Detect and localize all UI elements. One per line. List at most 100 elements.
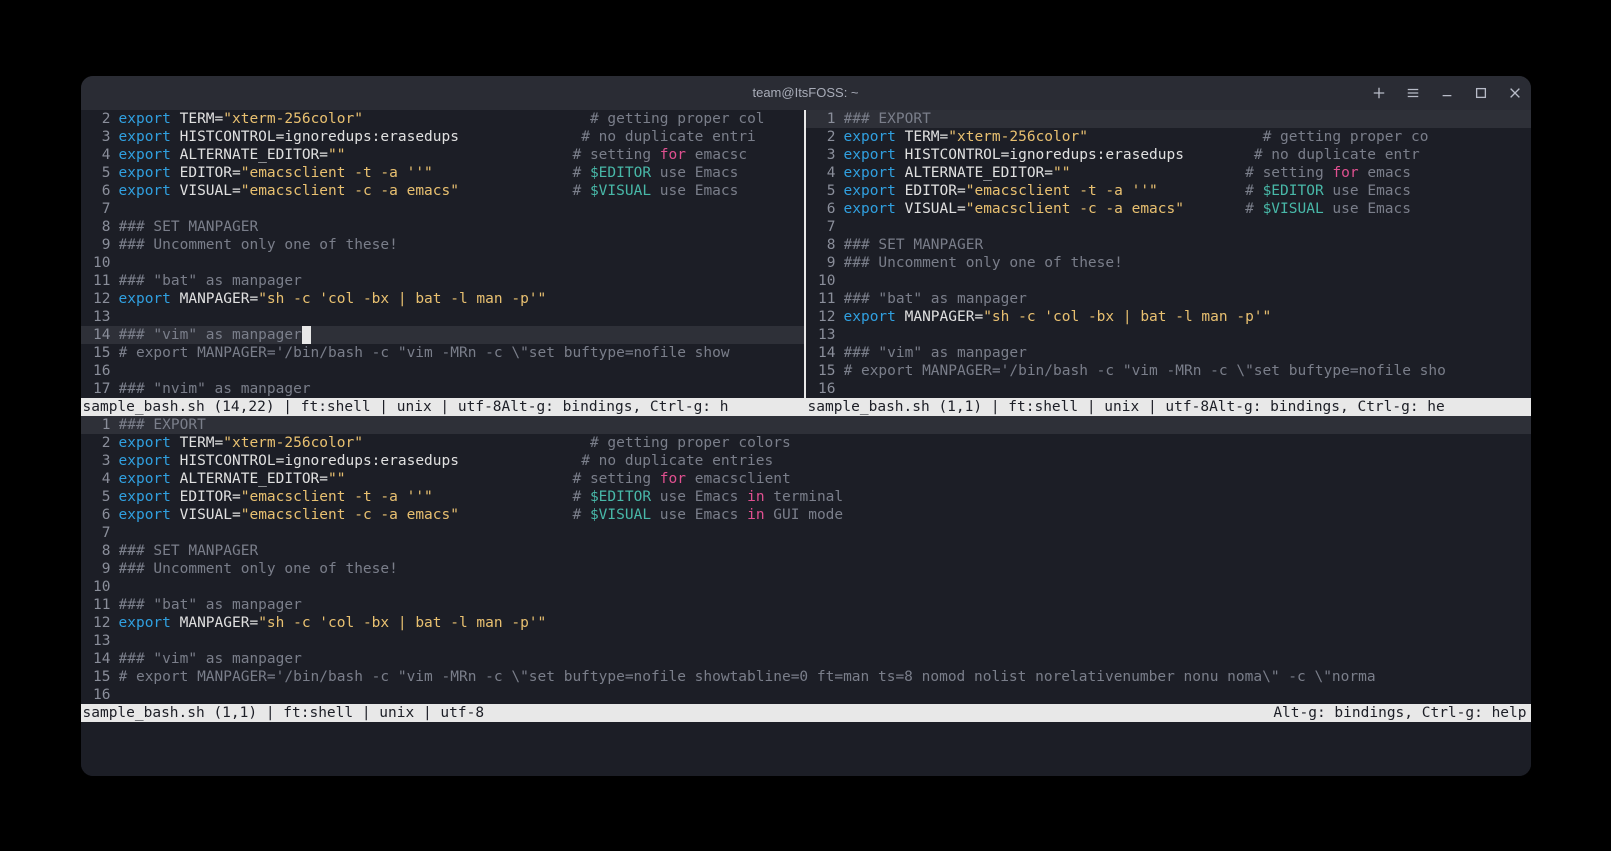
code-line[interactable]: 5export EDITOR="emacsclient -t -a ''" # … <box>81 164 804 182</box>
code-line[interactable]: 16 <box>81 686 1531 704</box>
maximize-button[interactable] <box>1473 85 1489 101</box>
code-line[interactable]: 7 <box>81 524 1531 542</box>
line-content[interactable]: ### Uncomment only one of these! <box>119 560 1531 578</box>
code-line[interactable]: 10 <box>81 578 1531 596</box>
line-content[interactable]: export ALTERNATE_EDITOR="" # setting for… <box>119 470 1531 488</box>
code-line[interactable]: 13 <box>806 326 1531 344</box>
line-content[interactable]: export VISUAL="emacsclient -c -a emacs" … <box>119 182 804 200</box>
line-content[interactable]: export EDITOR="emacsclient -t -a ''" # $… <box>119 488 1531 506</box>
line-content[interactable]: ### "bat" as manpager <box>119 272 804 290</box>
line-content[interactable] <box>844 272 1531 290</box>
minimize-button[interactable] <box>1439 85 1455 101</box>
line-content[interactable]: ### "nvim" as manpager <box>119 380 804 398</box>
line-content[interactable]: # export MANPAGER='/bin/bash -c "vim -MR… <box>119 668 1531 686</box>
code-line[interactable]: 11### "bat" as manpager <box>81 272 804 290</box>
line-content[interactable] <box>119 308 804 326</box>
code-line[interactable]: 7 <box>81 200 804 218</box>
code-line[interactable]: 8### SET MANPAGER <box>81 218 804 236</box>
line-content[interactable]: ### SET MANPAGER <box>844 236 1531 254</box>
line-content[interactable] <box>119 578 1531 596</box>
code-line[interactable]: 13 <box>81 632 1531 650</box>
menu-button[interactable] <box>1405 85 1421 101</box>
code-line[interactable]: 5export EDITOR="emacsclient -t -a ''" # … <box>806 182 1531 200</box>
code-line[interactable]: 8### SET MANPAGER <box>806 236 1531 254</box>
line-content[interactable]: export ALTERNATE_EDITOR="" # setting for… <box>119 146 804 164</box>
line-content[interactable]: # export MANPAGER='/bin/bash -c "vim -MR… <box>844 362 1531 380</box>
close-button[interactable] <box>1507 85 1523 101</box>
line-content[interactable]: ### "bat" as manpager <box>844 290 1531 308</box>
line-content[interactable]: export EDITOR="emacsclient -t -a ''" # $… <box>119 164 804 182</box>
pane-top-left[interactable]: 2export TERM="xterm-256color" # getting … <box>81 110 806 416</box>
code-line[interactable]: 3export HISTCONTROL=ignoredups:erasedups… <box>81 452 1531 470</box>
code-line[interactable]: 6export VISUAL="emacsclient -c -a emacs"… <box>806 200 1531 218</box>
code-line[interactable]: 15# export MANPAGER='/bin/bash -c "vim -… <box>806 362 1531 380</box>
line-content[interactable] <box>119 632 1531 650</box>
line-content[interactable]: export TERM="xterm-256color" # getting p… <box>119 434 1531 452</box>
code-line[interactable]: 6export VISUAL="emacsclient -c -a emacs"… <box>81 182 804 200</box>
code-line[interactable]: 12export MANPAGER="sh -c 'col -bx | bat … <box>806 308 1531 326</box>
code-bottom[interactable]: 1### EXPORT2export TERM="xterm-256color"… <box>81 416 1531 704</box>
code-line[interactable]: 3export HISTCONTROL=ignoredups:erasedups… <box>806 146 1531 164</box>
code-line[interactable]: 3export HISTCONTROL=ignoredups:erasedups… <box>81 128 804 146</box>
code-line[interactable]: 16 <box>806 380 1531 398</box>
new-tab-button[interactable] <box>1371 85 1387 101</box>
code-line[interactable]: 7 <box>806 218 1531 236</box>
line-content[interactable]: ### "vim" as manpager <box>119 650 1531 668</box>
code-line[interactable]: 10 <box>806 272 1531 290</box>
code-line[interactable]: 10 <box>81 254 804 272</box>
line-content[interactable] <box>844 380 1531 398</box>
code-line[interactable]: 11### "bat" as manpager <box>81 596 1531 614</box>
code-line[interactable]: 1### EXPORT <box>806 110 1531 128</box>
code-top-left[interactable]: 2export TERM="xterm-256color" # getting … <box>81 110 804 398</box>
line-content[interactable]: ### "vim" as manpager <box>119 326 804 344</box>
code-line[interactable]: 14### "vim" as manpager <box>81 650 1531 668</box>
code-top-right[interactable]: 1### EXPORT2export TERM="xterm-256color"… <box>806 110 1531 398</box>
code-line[interactable]: 2export TERM="xterm-256color" # getting … <box>806 128 1531 146</box>
code-line[interactable]: 4export ALTERNATE_EDITOR="" # setting fo… <box>806 164 1531 182</box>
code-line[interactable]: 12export MANPAGER="sh -c 'col -bx | bat … <box>81 614 1531 632</box>
code-line[interactable]: 14### "vim" as manpager <box>81 326 804 344</box>
line-content[interactable]: ### Uncomment only one of these! <box>119 236 804 254</box>
code-line[interactable]: 14### "vim" as manpager <box>806 344 1531 362</box>
code-line[interactable]: 17### "nvim" as manpager <box>81 380 804 398</box>
code-line[interactable]: 6export VISUAL="emacsclient -c -a emacs"… <box>81 506 1531 524</box>
line-content[interactable]: export HISTCONTROL=ignoredups:erasedups … <box>119 452 1531 470</box>
line-content[interactable]: export VISUAL="emacsclient -c -a emacs" … <box>119 506 1531 524</box>
titlebar[interactable]: team@ItsFOSS: ~ <box>81 76 1531 110</box>
code-line[interactable]: 12export MANPAGER="sh -c 'col -bx | bat … <box>81 290 804 308</box>
line-content[interactable] <box>119 200 804 218</box>
line-content[interactable]: export MANPAGER="sh -c 'col -bx | bat -l… <box>119 290 804 308</box>
line-content[interactable]: ### "bat" as manpager <box>119 596 1531 614</box>
line-content[interactable]: # export MANPAGER='/bin/bash -c "vim -MR… <box>119 344 804 362</box>
line-content[interactable]: ### SET MANPAGER <box>119 218 804 236</box>
code-line[interactable]: 15# export MANPAGER='/bin/bash -c "vim -… <box>81 344 804 362</box>
code-line[interactable]: 9### Uncomment only one of these! <box>81 236 804 254</box>
line-content[interactable]: export MANPAGER="sh -c 'col -bx | bat -l… <box>119 614 1531 632</box>
line-content[interactable]: ### EXPORT <box>119 416 1531 434</box>
line-content[interactable]: export HISTCONTROL=ignoredups:erasedups … <box>119 128 804 146</box>
code-line[interactable]: 5export EDITOR="emacsclient -t -a ''" # … <box>81 488 1531 506</box>
code-line[interactable]: 8### SET MANPAGER <box>81 542 1531 560</box>
line-content[interactable] <box>119 686 1531 704</box>
line-content[interactable]: ### Uncomment only one of these! <box>844 254 1531 272</box>
code-line[interactable]: 2export TERM="xterm-256color" # getting … <box>81 110 804 128</box>
pane-top-right[interactable]: 1### EXPORT2export TERM="xterm-256color"… <box>806 110 1531 416</box>
line-content[interactable]: export TERM="xterm-256color" # getting p… <box>119 110 804 128</box>
line-content[interactable] <box>844 326 1531 344</box>
code-line[interactable]: 15# export MANPAGER='/bin/bash -c "vim -… <box>81 668 1531 686</box>
line-content[interactable]: export TERM="xterm-256color" # getting p… <box>844 128 1531 146</box>
line-content[interactable] <box>844 218 1531 236</box>
line-content[interactable]: export VISUAL="emacsclient -c -a emacs" … <box>844 200 1531 218</box>
line-content[interactable]: export MANPAGER="sh -c 'col -bx | bat -l… <box>844 308 1531 326</box>
code-line[interactable]: 4export ALTERNATE_EDITOR="" # setting fo… <box>81 146 804 164</box>
code-line[interactable]: 11### "bat" as manpager <box>806 290 1531 308</box>
line-content[interactable]: ### "vim" as manpager <box>844 344 1531 362</box>
code-line[interactable]: 13 <box>81 308 804 326</box>
line-content[interactable] <box>119 362 804 380</box>
code-line[interactable]: 9### Uncomment only one of these! <box>806 254 1531 272</box>
code-line[interactable]: 16 <box>81 362 804 380</box>
line-content[interactable] <box>119 254 804 272</box>
line-content[interactable]: ### EXPORT <box>844 110 1531 128</box>
line-content[interactable]: ### SET MANPAGER <box>119 542 1531 560</box>
pane-bottom[interactable]: 1### EXPORT2export TERM="xterm-256color"… <box>81 416 1531 722</box>
